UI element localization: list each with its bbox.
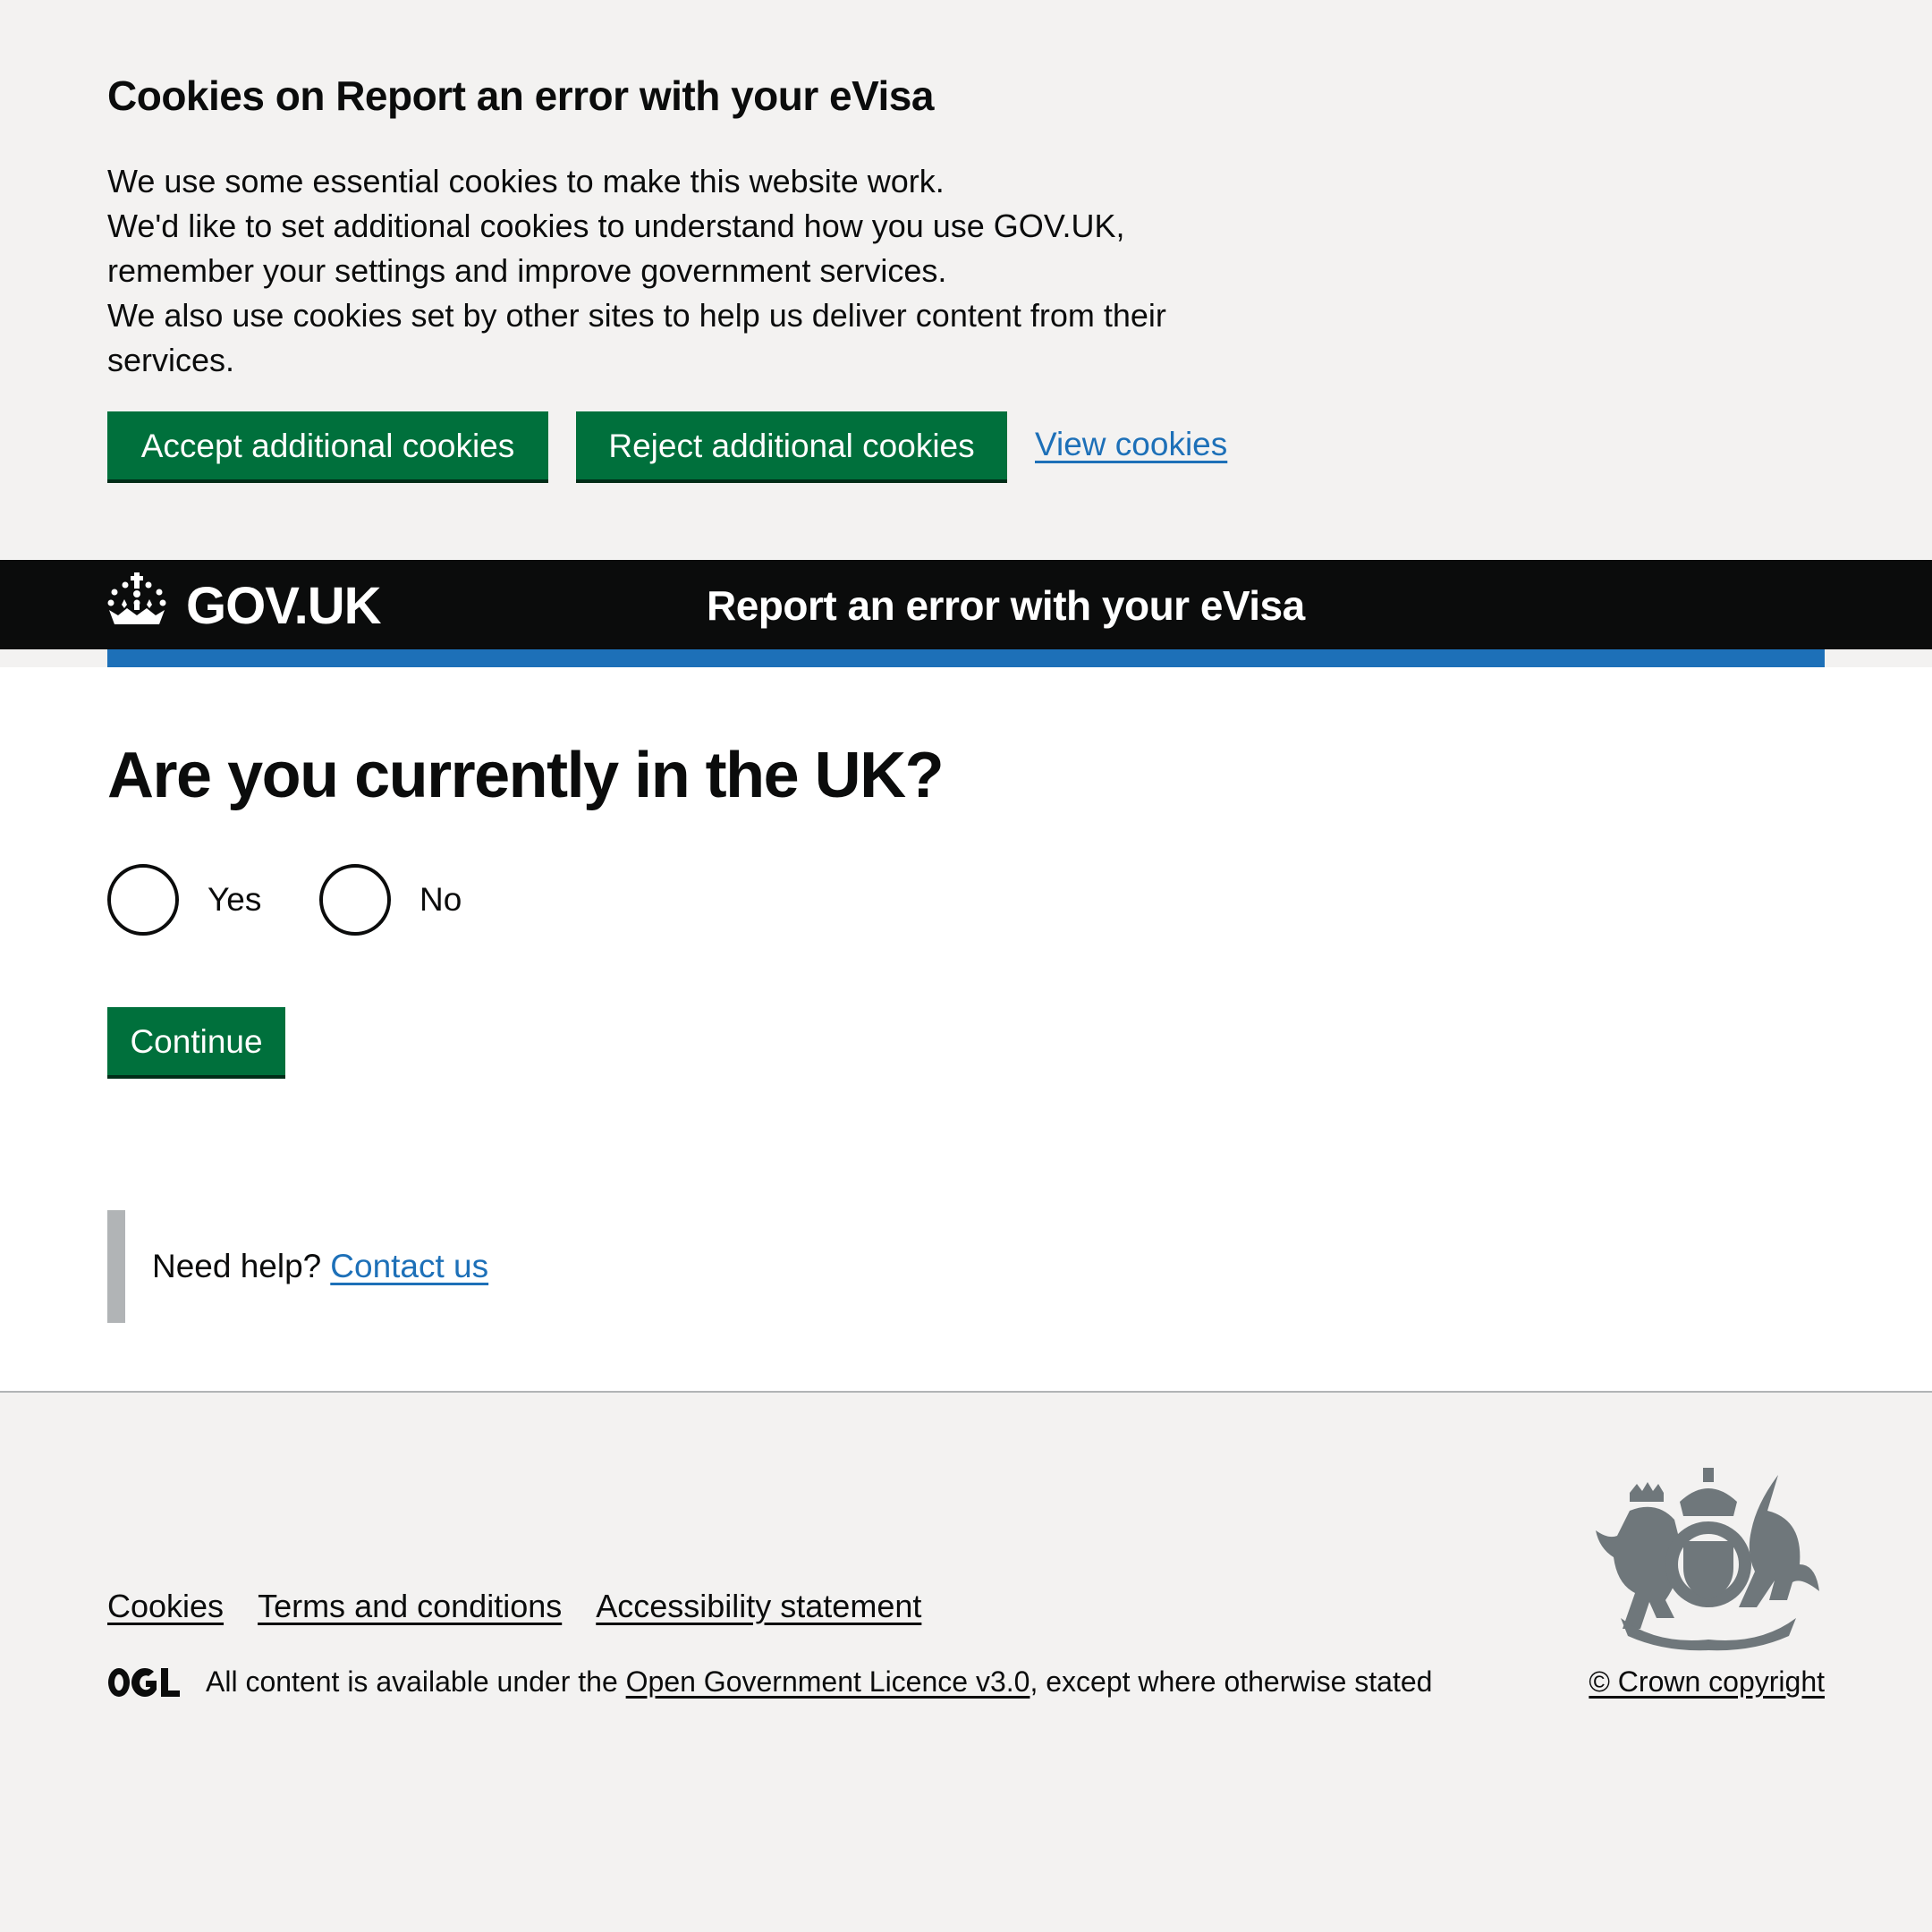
cookie-paragraph: We also use cookies set by other sites t… bbox=[107, 297, 1166, 378]
radio-label[interactable]: No bbox=[419, 881, 462, 919]
radio-label[interactable]: Yes bbox=[208, 881, 261, 919]
service-name[interactable]: Report an error with your eVisa bbox=[707, 581, 1305, 630]
help-text: Need help? bbox=[152, 1248, 322, 1284]
cookie-paragraph: We'd like to set additional cookies to u… bbox=[107, 208, 1125, 289]
ogl-logo-icon bbox=[108, 1667, 180, 1697]
radio-yes[interactable]: Yes bbox=[107, 864, 261, 936]
crown-copyright-link[interactable]: © Crown copyright bbox=[1589, 1665, 1825, 1699]
footer: Cookies Terms and conditions Accessibili… bbox=[0, 1391, 1932, 1932]
footer-link-cookies[interactable]: Cookies bbox=[107, 1588, 224, 1625]
cookie-banner: Cookies on Report an error with your eVi… bbox=[0, 0, 1932, 560]
footer-links: Cookies Terms and conditions Accessibili… bbox=[107, 1588, 921, 1625]
licence-prefix: All content is available under the bbox=[206, 1665, 618, 1698]
govuk-header: GOV.UK Report an error with your eVisa bbox=[0, 560, 1932, 649]
view-cookies-link[interactable]: View cookies bbox=[1035, 426, 1227, 463]
header-blue-bar bbox=[107, 649, 1825, 667]
radio-no[interactable]: No bbox=[319, 864, 462, 936]
crown-icon[interactable] bbox=[107, 572, 166, 630]
royal-coat-of-arms-icon bbox=[1596, 1468, 1819, 1651]
page-title: Are you currently in the UK? bbox=[107, 740, 945, 811]
contact-us-link[interactable]: Contact us bbox=[330, 1248, 488, 1285]
radio-button[interactable] bbox=[107, 864, 179, 936]
footer-link-terms[interactable]: Terms and conditions bbox=[258, 1588, 562, 1625]
continue-button[interactable]: Continue bbox=[107, 1007, 285, 1075]
accept-cookies-button[interactable]: Accept additional cookies bbox=[107, 411, 548, 479]
cookie-banner-title: Cookies on Report an error with your eVi… bbox=[107, 72, 934, 119]
radio-button[interactable] bbox=[319, 864, 391, 936]
govuk-logotype[interactable]: GOV.UK bbox=[186, 576, 381, 636]
licence-link[interactable]: Open Government Licence v3.0 bbox=[626, 1665, 1030, 1699]
cookie-banner-body: We use some essential cookies to make th… bbox=[107, 159, 1225, 383]
help-inset: Need help? Contact us bbox=[107, 1210, 733, 1323]
licence-suffix: , except where otherwise stated bbox=[1030, 1665, 1433, 1698]
footer-link-accessibility[interactable]: Accessibility statement bbox=[596, 1588, 921, 1625]
cookie-paragraph: We use some essential cookies to make th… bbox=[107, 163, 945, 199]
page: Cookies on Report an error with your eVi… bbox=[0, 0, 1932, 1932]
licence: All content is available under the Open … bbox=[107, 1665, 1432, 1699]
main-content: Are you currently in the UK? Yes No Cont… bbox=[0, 667, 1932, 1427]
reject-cookies-button[interactable]: Reject additional cookies bbox=[576, 411, 1007, 479]
